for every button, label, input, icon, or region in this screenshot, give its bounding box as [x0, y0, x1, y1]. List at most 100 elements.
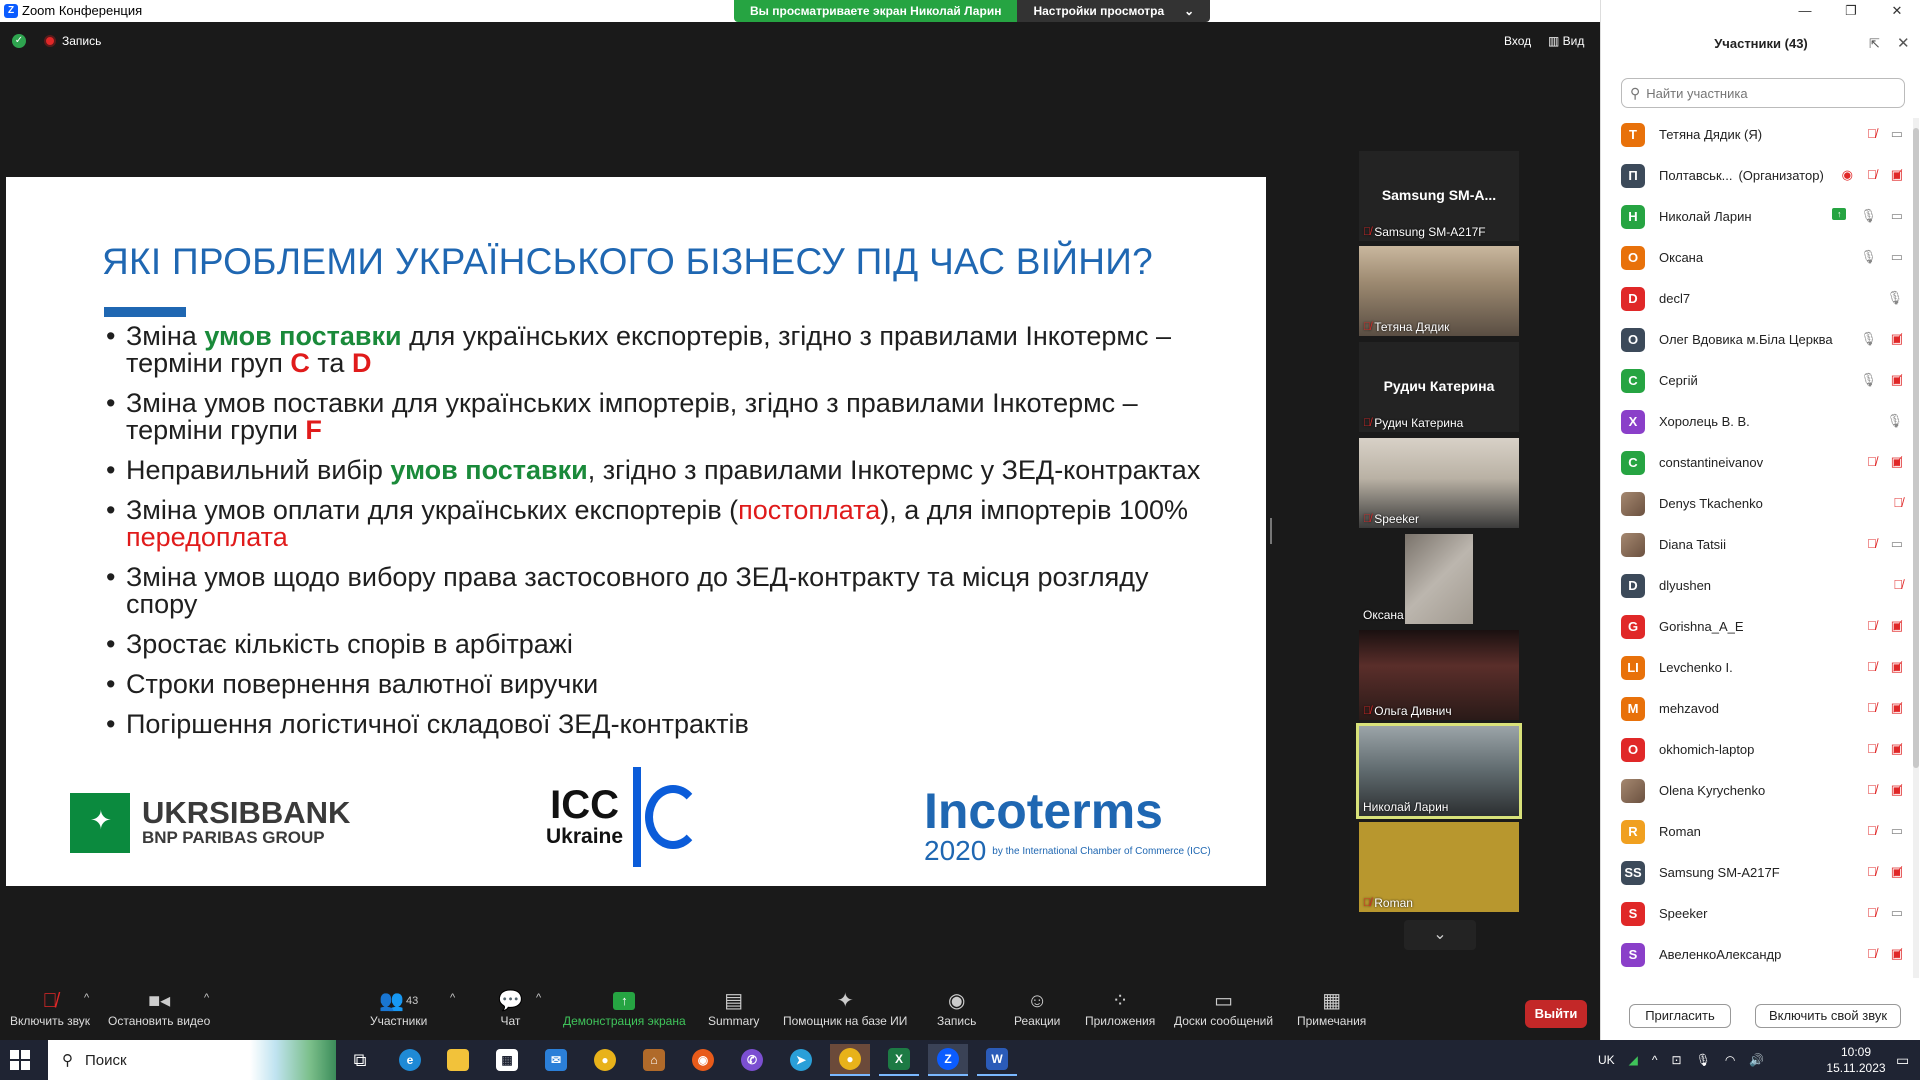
participants-button[interactable]: 👥 43 Участники ^	[370, 988, 455, 1028]
participant-search[interactable]: ⚲	[1621, 78, 1905, 108]
security-shield-icon[interactable]: ✓	[12, 34, 26, 48]
notes-button[interactable]: ▦ Примечания	[1297, 988, 1366, 1028]
participant-row[interactable]: О Оксана 🎙 ▭	[1621, 237, 1911, 278]
view-button[interactable]: ▥ Вид	[1548, 34, 1584, 48]
participant-row[interactable]: Х Хоролець В. В. 🎙	[1621, 401, 1911, 442]
participant-row[interactable]: О Олег Вдовика м.Біла Церква 🎙 ▣̸	[1621, 319, 1911, 360]
stop-video-button[interactable]: ■◂ Остановить видео ^	[108, 988, 210, 1028]
slide-title: ЯКІ ПРОБЛЕМИ УКРАЇНСЬКОГО БІЗНЕСУ ПІД ЧА…	[102, 241, 1154, 282]
meet-now-icon[interactable]: ⊡	[1672, 1053, 1682, 1067]
avatar: С	[1621, 368, 1645, 393]
task-view-icon[interactable]: ⧉	[340, 1044, 380, 1076]
edge-icon[interactable]: e	[390, 1044, 430, 1076]
participant-row[interactable]: R Roman 🎙̸ ▭	[1621, 811, 1911, 852]
share-screen-button[interactable]: ↑ Демонстрация экрана	[563, 988, 686, 1028]
chevron-up-icon[interactable]: ^	[204, 992, 209, 1004]
view-options-button[interactable]: Настройки просмотра ⌄	[1017, 0, 1211, 22]
video-tile-roman[interactable]: 🎙̸ Roman	[1359, 822, 1519, 912]
close-window-button[interactable]: ✕	[1874, 0, 1920, 22]
participant-row[interactable]: Ookhomich-laptop 🎙̸ ▣̸	[1621, 729, 1911, 770]
video-tile-speaker[interactable]: 🎙̸ Speeker	[1359, 438, 1519, 528]
participant-row[interactable]: Н Николай Ларин ↑ 🎙 ▭	[1621, 196, 1911, 237]
word-icon[interactable]: W	[977, 1044, 1017, 1076]
summary-button[interactable]: ▤ Summary	[708, 988, 759, 1028]
leave-meeting-button[interactable]: Выйти	[1525, 1000, 1587, 1028]
clock-time: 10:09	[1840, 1045, 1872, 1059]
recording-indicator[interactable]: Запись	[44, 34, 101, 48]
firefox-icon[interactable]: ◉	[683, 1044, 723, 1076]
participant-row[interactable]: Denys Tkachenko 🎙̸	[1621, 483, 1911, 524]
video-tile-oksana[interactable]: Оксана	[1359, 534, 1519, 624]
participant-row[interactable]: S Speeker 🎙̸ ▭	[1621, 893, 1911, 934]
video-tile-nikolay-active-speaker[interactable]: Николай Ларин	[1356, 723, 1522, 819]
whiteboards-button[interactable]: ▭ Доски сообщений	[1174, 988, 1273, 1028]
maximize-button[interactable]: ❐	[1828, 0, 1874, 22]
participant-row[interactable]: Olena Kyrychenko 🎙̸ ▣̸	[1621, 770, 1911, 811]
participant-row[interactable]: Т Тетяна Дядик (Я) 🎙̸ ▭	[1621, 114, 1911, 155]
chrome-icon[interactable]: ●	[585, 1044, 625, 1076]
language-indicator[interactable]: UK	[1598, 1053, 1615, 1067]
app-icon[interactable]: ⌂	[634, 1044, 674, 1076]
close-icon[interactable]: ✕	[1897, 34, 1910, 52]
participant-row[interactable]: Mmehzavod 🎙̸ ▣̸	[1621, 688, 1911, 729]
chevron-up-icon[interactable]: ^	[536, 992, 541, 1004]
chevron-down-icon: ⌄	[1184, 4, 1195, 18]
popout-icon[interactable]: ⇱	[1869, 36, 1880, 52]
chat-button[interactable]: 💬 Чат ^	[498, 988, 541, 1028]
bullet-item: Неправильний вибір умов поставки, згідно…	[106, 457, 1226, 485]
taskbar-clock[interactable]: 10:09 15.11.2023	[1816, 1044, 1896, 1076]
participants-scrollbar[interactable]	[1913, 118, 1919, 978]
unmute-self-button[interactable]: Включить свой звук	[1755, 1004, 1901, 1028]
participant-row[interactable]: Ddecl7 🎙	[1621, 278, 1911, 319]
participant-row[interactable]: Diana Tatsii 🎙̸ ▭	[1621, 524, 1911, 565]
unmute-button[interactable]: 🎙̸ Включить звук ^	[10, 988, 90, 1028]
file-explorer-icon[interactable]	[438, 1044, 478, 1076]
speaker-volume-icon[interactable]: 🔊	[1749, 1053, 1764, 1067]
microphone-icon[interactable]: 🎙	[1696, 1053, 1711, 1067]
mic-off-icon: 🎙̸	[1866, 823, 1877, 838]
splitter-handle[interactable]	[1270, 518, 1272, 544]
mic-off-icon: 🎙̸	[1866, 864, 1877, 879]
invite-button[interactable]: Пригласить	[1629, 1004, 1731, 1028]
video-off-icon: ▣̸	[1890, 618, 1903, 633]
participant-row[interactable]: П Полтавськ... (Организатор) ◉ 🎙̸ ▣̸	[1621, 155, 1911, 196]
participant-row[interactable]: Ddlyushen 🎙̸	[1621, 565, 1911, 606]
chevron-up-icon[interactable]: ^	[450, 992, 455, 1004]
reactions-button[interactable]: ☺ Реакции	[1014, 988, 1060, 1028]
participant-search-input[interactable]	[1646, 85, 1887, 101]
video-tile-samsung[interactable]: Samsung SM-A... 🎙̸ Samsung SM-A217F	[1359, 151, 1519, 241]
taskbar-search[interactable]: ⚲ Поиск	[48, 1040, 336, 1080]
participant-row[interactable]: Cconstantineivanov 🎙̸ ▣̸	[1621, 442, 1911, 483]
participant-name: Samsung SM-A217F	[1659, 865, 1780, 880]
mail-icon[interactable]: ✉	[536, 1044, 576, 1076]
participant-row[interactable]: G Gorishna_A_E 🎙̸ ▣̸	[1621, 606, 1911, 647]
excel-icon[interactable]: X	[879, 1044, 919, 1076]
chrome-profile-icon[interactable]: ●	[830, 1044, 870, 1076]
viber-icon[interactable]: ✆	[732, 1044, 772, 1076]
participant-row[interactable]: С Сергій 🎙 ▣̸	[1621, 360, 1911, 401]
wifi-icon[interactable]: ◠	[1725, 1053, 1735, 1067]
telegram-icon[interactable]: ➤	[781, 1044, 821, 1076]
participant-row[interactable]: SS Samsung SM-A217F 🎙̸ ▣̸	[1621, 852, 1911, 893]
record-button[interactable]: ◉ Запись	[937, 988, 976, 1028]
participant-status-icons: 🎙̸ ▣̸	[1867, 782, 1903, 798]
notification-icon[interactable]: ▭	[1896, 1052, 1909, 1069]
video-tile-olga[interactable]: 🎙̸ Ольга Дивнич	[1359, 630, 1519, 720]
video-tile-rudych[interactable]: Рудич Катерина 🎙̸ Рудич Катерина	[1359, 342, 1519, 432]
participant-row[interactable]: LI Levchenko I. 🎙̸ ▣̸	[1621, 647, 1911, 688]
ai-companion-button[interactable]: ✦ Помощник на базе ИИ	[783, 988, 907, 1028]
scrollbar-thumb[interactable]	[1913, 128, 1919, 768]
sparkle-icon: ✦	[836, 990, 854, 1012]
zoom-icon[interactable]: Z	[928, 1044, 968, 1076]
participant-row[interactable]: S АвеленкоАлександр 🎙̸ ▣̸	[1621, 934, 1911, 975]
scroll-video-strip-down-button[interactable]: ⌄	[1404, 920, 1476, 950]
windows-start-icon[interactable]	[10, 1050, 30, 1070]
chevron-up-icon[interactable]: ^	[1652, 1053, 1658, 1067]
minimize-button[interactable]: —	[1782, 0, 1828, 22]
chevron-up-icon[interactable]: ^	[84, 992, 89, 1004]
store-icon[interactable]: ▦	[487, 1044, 527, 1076]
apps-button[interactable]: ⁘ Приложения	[1085, 988, 1155, 1028]
enter-button[interactable]: Вход	[1504, 34, 1531, 48]
video-tile-tetyana[interactable]: 🎙̸ Тетяна Дядик	[1359, 246, 1519, 336]
app-tray-icon[interactable]: ◢	[1629, 1053, 1638, 1067]
